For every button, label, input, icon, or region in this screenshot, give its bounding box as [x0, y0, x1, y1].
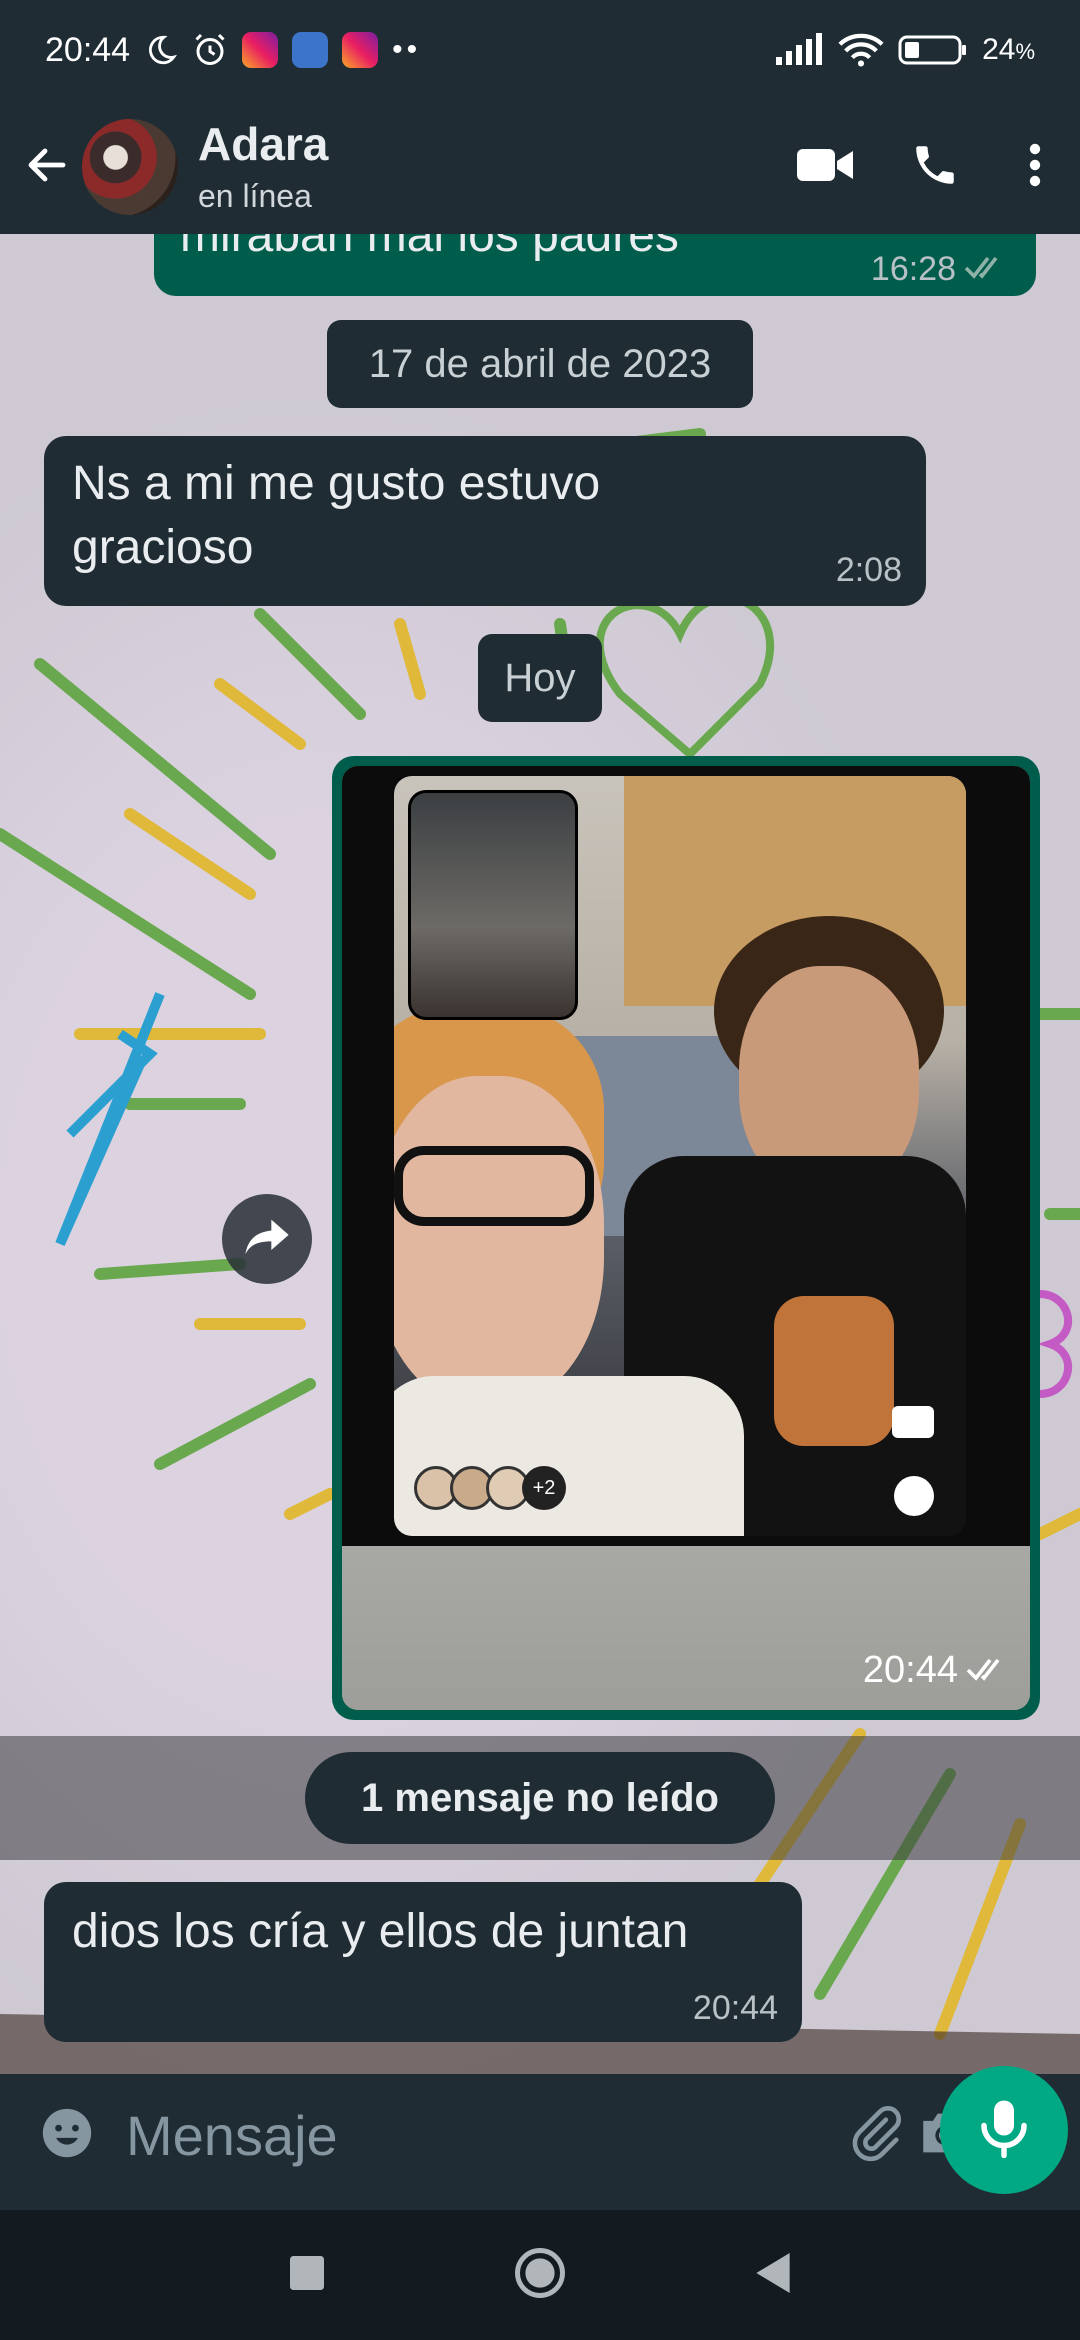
forward-button[interactable] [222, 1194, 312, 1284]
app-notification-icon [292, 32, 329, 68]
message-input[interactable] [126, 2102, 846, 2168]
image-time: 20:44 [863, 1649, 1010, 1692]
message-time: 16:28 [871, 250, 1008, 289]
triangle-back-icon [755, 2252, 791, 2298]
contact-status: en línea [198, 177, 312, 214]
back-nav-button[interactable] [728, 2230, 818, 2320]
microphone-icon [979, 2098, 1029, 2163]
date-separator-today: Hoy [478, 634, 602, 722]
message-bubble-incoming-2[interactable]: dios los cría y ellos de juntan 20:44 [44, 1882, 802, 2042]
status-time: 20:44 [45, 30, 131, 69]
signal-icon [774, 33, 824, 67]
circle-icon [513, 2246, 567, 2305]
square-icon [289, 2255, 324, 2295]
photo-participants: +2 [414, 1466, 566, 1510]
photo-person-2-face [394, 1076, 604, 1406]
video-call-screenshot: +2 [394, 776, 966, 1536]
header-actions [770, 117, 1080, 217]
message-text: dios los cría y ellos de juntan [72, 1905, 689, 1958]
message-composer [14, 2074, 967, 2196]
chat-bubble-icon [892, 1406, 934, 1438]
attach-button[interactable] [846, 2090, 904, 2180]
video-call-button[interactable] [770, 117, 880, 217]
message-time-text: 16:28 [870, 250, 956, 288]
back-button[interactable] [18, 137, 76, 197]
emoji-button[interactable] [38, 2090, 96, 2180]
menu-button[interactable] [990, 117, 1080, 217]
date-separator-text: 17 de abril de 2023 [368, 341, 712, 386]
more-vertical-icon [1028, 141, 1042, 194]
photo-glasses [394, 1146, 594, 1226]
battery-unit: % [1015, 39, 1035, 64]
battery-percent: 24 [982, 33, 1016, 66]
arrow-left-icon [23, 141, 71, 194]
unread-pill: 1 mensaje no leído [305, 1752, 775, 1844]
message-bubble-incoming[interactable]: Ns a mi me gusto estuvo gracioso 2:08 [44, 436, 926, 606]
double-check-icon [966, 1649, 1010, 1692]
date-separator-text: Hoy [504, 655, 576, 700]
message-text: Ns a mi me gusto estuvo gracioso [72, 457, 601, 574]
voice-record-button[interactable] [940, 2066, 1068, 2194]
recents-button[interactable] [262, 2230, 352, 2320]
image-time-text: 20:44 [862, 1649, 958, 1691]
alarm-icon [192, 32, 228, 68]
photo-person-2-shirt [394, 1376, 744, 1536]
unread-label: 1 mensaje no leído [361, 1775, 719, 1820]
forward-icon [241, 1215, 293, 1264]
participant-more: +2 [522, 1466, 566, 1510]
photo-shirt-print [774, 1296, 894, 1446]
status-bar: 20:44 •• 24% [0, 0, 1080, 100]
phone-icon [910, 140, 960, 195]
message-time: 2:08 [835, 551, 902, 589]
photo-pip-window [408, 790, 578, 1020]
image-message[interactable]: +2 20:44 [332, 756, 1040, 1720]
instagram-icon [242, 32, 279, 68]
voice-call-button[interactable] [880, 117, 990, 217]
status-left: 20:44 •• [45, 31, 421, 70]
moon-icon [144, 33, 178, 67]
home-button[interactable] [495, 2230, 585, 2320]
message-text: mirabán mal los padres [180, 234, 679, 262]
emoji-icon [38, 2104, 96, 2167]
contact-info[interactable]: Adara en línea [198, 119, 328, 215]
date-separator: 17 de abril de 2023 [327, 320, 753, 408]
unread-separator: 1 mensaje no leído [0, 1736, 1080, 1860]
paperclip-icon [846, 2104, 904, 2167]
more-notifications-icon: •• [392, 33, 422, 66]
battery-icon [898, 33, 968, 67]
battery-level: 24% [982, 33, 1035, 67]
message-time: 20:44 [692, 1989, 778, 2027]
wifi-icon [838, 32, 884, 68]
image-frame: +2 20:44 [342, 766, 1030, 1710]
contact-name: Adara [198, 118, 329, 171]
video-camera-icon [795, 145, 855, 190]
system-navigation-bar [0, 2210, 1080, 2340]
message-bubble-outgoing[interactable]: mirabán mal los padres 16:28 [154, 234, 1036, 296]
status-right: 24% [774, 32, 1035, 68]
photo-thumbnail[interactable]: +2 [342, 766, 1030, 1546]
instagram-icon-2 [342, 32, 379, 68]
contact-avatar[interactable] [82, 119, 178, 215]
chat-header: Adara en línea [0, 100, 1080, 234]
double-check-icon [964, 250, 1008, 289]
smiley-icon [894, 1476, 934, 1516]
